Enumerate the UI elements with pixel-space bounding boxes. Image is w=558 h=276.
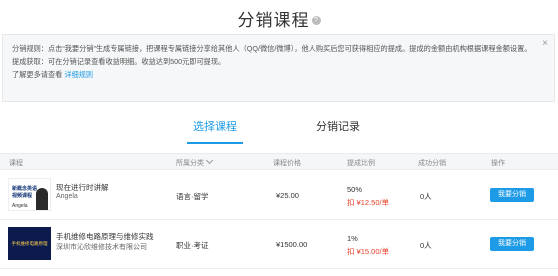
table-row: 手机维修电路原理 手机维修电路原理与维修实践 深圳市沁欣维修技术有限公司 职业·… [0,221,558,269]
close-icon[interactable]: × [542,39,548,49]
more-info-line: 了解更多请查看 详细规则 [12,68,545,81]
person-icon [36,188,48,210]
course-provider: 深圳市沁欣维修技术有限公司 [56,244,147,251]
header-success: 成功分销 [418,160,446,167]
table-row: 新概念英语 视频课程 Angela 现在进行时讲解 Angela 语言·留学 ¥… [0,172,558,220]
more-info-prefix: 了解更多请查看 [12,70,63,79]
thumbnail-text: 视频课程 [12,193,33,199]
rules-text: 分销规则：点击“我要分销”生成专属链接，把课程专属链接分享给其他人（QQ/微信/… [12,44,532,53]
tab-select-course[interactable]: 选择课程 [193,118,237,134]
tab-distribution-records[interactable]: 分销记录 [316,118,360,134]
course-thumbnail[interactable]: 手机维修电路原理 [8,227,51,260]
course-price: ¥1500.00 [276,240,308,249]
header-price: 课程价格 [273,160,301,167]
course-category: 语言·留学 [176,192,209,201]
commission-amount: 扣 ¥15.00/单 [347,247,390,256]
detailed-rules-link[interactable]: 详细规则 [64,70,93,79]
success-count: 0人 [420,192,432,201]
course-category: 职业·考证 [176,241,209,250]
chevron-down-icon [205,156,214,165]
thumbnail-text: 新概念英语 [12,186,38,192]
commission-ratio: 1% [347,234,358,243]
help-icon[interactable]: ? [311,16,321,26]
commission-ratio: 50% [347,185,363,194]
header-category-label: 所属分类 [176,160,204,167]
header-category[interactable]: 所属分类 [176,156,214,168]
distribution-rules-notice: × 分销规则：点击“我要分销”生成专属链接，把课程专属链接分享给其他人（QQ/微… [2,34,555,102]
header-ratio: 提成比例 [347,160,375,167]
distribute-button[interactable]: 我要分销 [490,237,534,251]
header-action: 操作 [491,160,505,167]
earnings-text: 提成获取：可在分销记录查看收益明细。收益达到500元即可提现。 [12,57,226,66]
distribute-button[interactable]: 我要分销 [490,188,534,202]
course-author: Angela [56,193,78,200]
page-header: 分销课程? [0,6,558,31]
success-count: 0人 [420,241,432,250]
course-title[interactable]: 手机维修电路原理与维修实践 [56,231,154,242]
thumbnail-text: Angela [12,203,28,209]
page-title: 分销课程 [237,11,310,30]
course-thumbnail[interactable]: 新概念英语 视频课程 Angela [8,178,51,211]
course-title[interactable]: 现在进行时讲解 [56,182,109,193]
active-tab-indicator [187,142,243,144]
commission-amount: 扣 ¥12.50/单 [347,198,390,207]
tab-bar: 选择课程 分销记录 [0,118,558,144]
header-course: 课程 [9,160,23,167]
course-price: ¥25.00 [276,191,299,200]
thumbnail-text: 手机维修电路原理 [11,241,48,246]
table-header: 课程 所属分类 课程价格 提成比例 成功分销 操作 [0,153,558,170]
